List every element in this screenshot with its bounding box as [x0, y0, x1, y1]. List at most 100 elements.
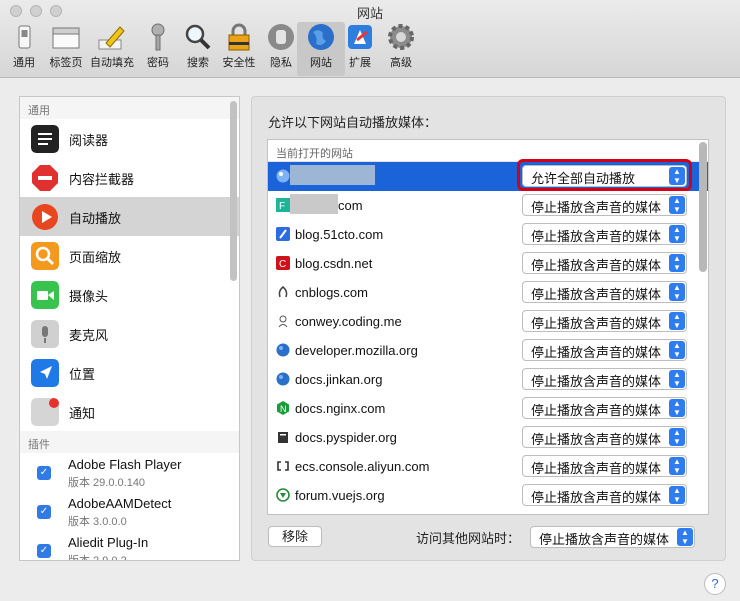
sidebar-section-plugins: 插件 — [20, 431, 239, 453]
window-titlebar: 网站 通用 标签页 自动填充 密码 搜索 安全性 隐私 网站 扩展 高级 — [0, 0, 740, 78]
pencil-icon — [98, 26, 125, 50]
globe-icon — [276, 372, 290, 386]
hand-icon — [268, 24, 294, 50]
autoplay-select[interactable]: 停止播放含声音的媒体 ▲ ▼ — [522, 397, 687, 419]
sidebar-scrollbar[interactable] — [230, 101, 237, 281]
table-row[interactable]: docs.jinkan.org 停止播放含声音的媒体 ▲ ▼ — [268, 365, 708, 394]
toolbar-advanced[interactable]: 高级 — [377, 22, 425, 76]
plugin-item: ✓ Adobe Flash Player 版本 29.0.0.140 — [20, 453, 239, 492]
table-row[interactable]: docs.pyspider.org 停止播放含声音的媒体 ▲ ▼ — [268, 423, 708, 452]
extension-icon — [348, 25, 372, 49]
chevron-updown-icon: ▲ ▼ — [669, 428, 685, 446]
reader-icon — [31, 125, 59, 153]
sidebar-item-location[interactable]: 位置 — [20, 353, 239, 392]
site-favicon-icon — [277, 461, 289, 471]
play-icon — [32, 204, 58, 230]
autoplay-select[interactable]: 停止播放含声音的媒体 ▲ ▼ — [522, 339, 687, 361]
site-favicon-icon — [276, 488, 290, 502]
chevron-updown-icon: ▲ ▼ — [669, 399, 685, 417]
table-row[interactable]: N docs.nginx.com 停止播放含声音的媒体 ▲ ▼ — [268, 394, 708, 423]
toolbar-general[interactable]: 通用 — [0, 22, 48, 76]
autoplay-select[interactable]: 停止播放含声音的媒体 ▲ ▼ — [522, 281, 687, 303]
websites-table: 当前打开的网站 允许全部自动播放 ▲ ▼ F com 停止播放含声音的媒体 ▲ ▼ bl… — [267, 139, 709, 515]
sidebar-item-notifications[interactable]: 通知 — [20, 392, 239, 431]
svg-text:C: C — [279, 259, 286, 270]
site-favicon-icon — [278, 315, 288, 328]
magnifier-icon — [185, 24, 211, 50]
autoplay-select[interactable]: 停止播放含声音的媒体 ▲ ▼ — [522, 426, 687, 448]
chevron-updown-icon: ▲ ▼ — [669, 486, 685, 504]
autoplay-select[interactable]: 停止播放含声音的媒体 ▲ ▼ — [522, 223, 687, 245]
tabs-icon — [52, 27, 80, 49]
svg-text:N: N — [280, 404, 287, 414]
websites-pane: 允许以下网站自动播放媒体： 当前打开的网站 允许全部自动播放 ▲ ▼ F com 停… — [251, 96, 726, 561]
sidebar-item-content-blockers[interactable]: 内容拦截器 — [20, 158, 239, 197]
sidebar-item-autoplay[interactable]: 自动播放 — [20, 197, 239, 236]
table-row[interactable]: blog.51cto.com 停止播放含声音的媒体 ▲ ▼ — [268, 220, 708, 249]
chevron-updown-icon: ▲ ▼ — [669, 370, 685, 388]
lock-icon — [228, 23, 250, 51]
autoplay-select[interactable]: 停止播放含声音的媒体 ▲ ▼ — [522, 484, 687, 506]
toolbar-autofill[interactable]: 自动填充 — [88, 22, 136, 76]
toolbar-tabs[interactable]: 标签页 — [42, 22, 90, 76]
key-icon — [151, 23, 165, 51]
redacted-site — [290, 194, 338, 214]
sidebar: 通用 阅读器 内容拦截器 自动播放 页面缩放 摄像头 麦克风 位置 通知 插件 … — [19, 96, 240, 561]
redacted-site — [290, 165, 375, 185]
chevron-updown-icon: ▲ ▼ — [669, 196, 685, 214]
highlight-box — [517, 159, 692, 191]
table-row[interactable]: conwey.coding.me 停止播放含声音的媒体 ▲ ▼ — [268, 307, 708, 336]
other-sites-select[interactable]: 停止播放含声音的媒体 ▲ ▼ — [530, 526, 695, 548]
autoplay-select[interactable]: 停止播放含声音的媒体 ▲ ▼ — [522, 368, 687, 390]
window-title: 网站 — [356, 6, 383, 21]
sidebar-item-camera[interactable]: 摄像头 — [20, 275, 239, 314]
plugin-checkbox[interactable]: ✓ — [37, 544, 51, 558]
microphone-icon — [31, 320, 59, 348]
table-row[interactable]: developer.mozilla.org 停止播放含声音的媒体 ▲ ▼ — [268, 336, 708, 365]
sidebar-item-reader[interactable]: 阅读器 — [20, 119, 239, 158]
site-favicon-icon: C — [276, 256, 290, 270]
globe-icon — [276, 343, 290, 357]
zoom-icon — [31, 242, 59, 270]
switch-icon — [18, 25, 31, 49]
table-row[interactable]: ecs.console.aliyun.com 停止播放含声音的媒体 ▲ ▼ — [268, 452, 708, 481]
plugin-item: ✓ Aliedit Plug-In 版本 2.9.0.2 — [20, 531, 239, 560]
plugin-checkbox[interactable]: ✓ — [37, 466, 51, 480]
chevron-updown-icon: ▲ ▼ — [669, 283, 685, 301]
camera-icon — [31, 281, 59, 309]
location-arrow-icon — [31, 359, 59, 387]
table-row[interactable]: C blog.csdn.net 停止播放含声音的媒体 ▲ ▼ — [268, 249, 708, 278]
help-button[interactable]: ? — [704, 573, 726, 595]
sidebar-item-microphone[interactable]: 麦克风 — [20, 314, 239, 353]
notification-icon — [31, 398, 59, 426]
autoplay-select[interactable]: 停止播放含声音的媒体 ▲ ▼ — [522, 455, 687, 477]
table-row[interactable]: cnblogs.com 停止播放含声音的媒体 ▲ ▼ — [268, 278, 708, 307]
pane-title: 允许以下网站自动播放媒体： — [268, 115, 438, 130]
table-row[interactable]: 允许全部自动播放 ▲ ▼ — [268, 159, 708, 191]
table-row[interactable]: forum.vuejs.org 停止播放含声音的媒体 ▲ ▼ — [268, 481, 708, 510]
site-favicon-icon — [276, 227, 290, 241]
autoplay-select[interactable]: 停止播放含声音的媒体 ▲ ▼ — [522, 194, 687, 216]
globe-icon — [308, 24, 334, 50]
plugin-item: ✓ AdobeAAMDetect 版本 3.0.0.0 — [20, 492, 239, 531]
chevron-updown-icon: ▲ ▼ — [669, 341, 685, 359]
chevron-updown-icon: ▲ ▼ — [669, 457, 685, 475]
chevron-updown-icon: ▲ ▼ — [669, 225, 685, 243]
site-favicon-icon — [278, 432, 288, 443]
table-scrollbar[interactable] — [699, 142, 707, 272]
plugin-checkbox[interactable]: ✓ — [37, 505, 51, 519]
autoplay-select[interactable]: 停止播放含声音的媒体 ▲ ▼ — [522, 252, 687, 274]
site-favicon-icon — [278, 286, 288, 298]
chevron-updown-icon: ▲ ▼ — [669, 312, 685, 330]
table-row[interactable]: F com 停止播放含声音的媒体 ▲ ▼ — [268, 191, 708, 220]
svg-text:F: F — [279, 201, 285, 212]
remove-button[interactable]: 移除 — [268, 526, 322, 547]
toolbar-security[interactable]: 安全性 — [215, 22, 263, 76]
gear-icon — [388, 24, 414, 50]
chevron-updown-icon: ▲ ▼ — [669, 254, 685, 272]
autoplay-select[interactable]: 停止播放含声音的媒体 ▲ ▼ — [522, 310, 687, 332]
site-favicon-icon: F — [276, 198, 290, 212]
sidebar-item-page-zoom[interactable]: 页面缩放 — [20, 236, 239, 275]
globe-icon — [276, 169, 290, 183]
sidebar-section-general: 通用 — [20, 97, 239, 119]
